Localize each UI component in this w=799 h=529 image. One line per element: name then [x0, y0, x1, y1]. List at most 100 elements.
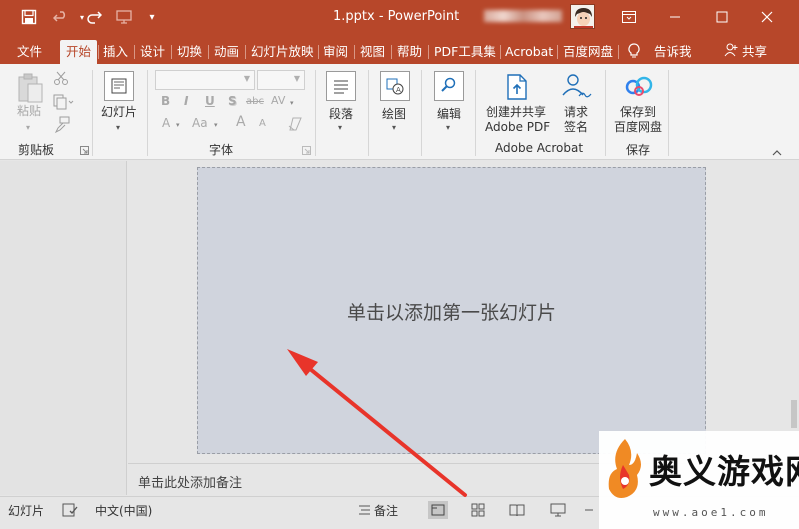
clipboard-dialog-launcher-icon[interactable] [80, 144, 89, 158]
request-signature-label-line1[interactable]: 请求 [564, 105, 588, 120]
save-to-baidu-label-line2[interactable]: 百度网盘 [614, 120, 662, 135]
tab-file[interactable]: 文件 [17, 40, 42, 64]
ribbon-group-separator [315, 70, 316, 156]
drawing-shapes-icon[interactable]: A [380, 71, 410, 101]
notes-toggle-button[interactable]: 备注 [374, 502, 398, 519]
tab-insert[interactable]: 插入 [103, 40, 128, 64]
tab-transitions[interactable]: 切换 [177, 40, 202, 64]
slide-sorter-view-icon[interactable] [469, 501, 487, 519]
request-signature-icon[interactable] [560, 72, 592, 103]
bold-button[interactable]: B [161, 94, 170, 108]
paragraph-icon[interactable] [326, 71, 356, 101]
new-slide-dropdown-icon[interactable]: ▾ [116, 120, 120, 135]
create-share-pdf-icon[interactable] [505, 73, 531, 104]
character-spacing-button[interactable]: AV [271, 94, 285, 107]
ribbon-group-separator [475, 70, 476, 156]
language-indicator[interactable]: 中文(中国) [95, 502, 152, 519]
tab-divider [171, 45, 172, 59]
new-slide-button[interactable]: 幻灯片 [101, 105, 137, 120]
tab-pdf-tools[interactable]: PDF工具集 [434, 40, 496, 64]
paragraph-dropdown-icon[interactable]: ▾ [338, 120, 342, 135]
zoom-out-icon[interactable] [581, 501, 599, 519]
font-size-dropdown[interactable]: ▼ [257, 70, 305, 90]
tab-divider [208, 45, 209, 59]
grow-font-button[interactable]: A [236, 114, 246, 130]
tab-divider [428, 45, 429, 59]
tab-view[interactable]: 视图 [360, 40, 385, 64]
paste-button[interactable]: 粘贴 [17, 104, 41, 119]
svg-text:A: A [396, 86, 401, 94]
slide-show-view-icon[interactable] [549, 501, 567, 519]
change-case-button[interactable]: Aa [192, 116, 208, 130]
change-case-dropdown-icon[interactable]: ▾ [214, 116, 218, 130]
spacing-dropdown-icon[interactable]: ▾ [290, 94, 294, 108]
shrink-font-button[interactable]: A [259, 118, 266, 129]
reading-view-icon[interactable] [508, 501, 526, 519]
undo-icon[interactable] [50, 6, 72, 28]
vertical-scrollbar-thumb[interactable] [791, 400, 797, 428]
format-painter-icon[interactable] [53, 116, 71, 137]
share-button[interactable]: 共享 [742, 40, 767, 64]
tab-divider [134, 45, 135, 59]
slide-thumbnail-pane[interactable] [0, 161, 127, 495]
account-name-blurred[interactable] [484, 10, 562, 22]
strikethrough-button[interactable]: abc [246, 96, 264, 107]
font-color-button[interactable]: A [162, 116, 170, 130]
add-first-slide-placeholder[interactable]: 单击以添加第一张幻灯片 [198, 298, 705, 325]
share-person-icon[interactable] [724, 40, 738, 64]
ribbon-display-options-icon[interactable] [614, 4, 644, 30]
normal-view-icon[interactable] [428, 501, 448, 519]
minimize-icon[interactable] [660, 4, 690, 30]
new-slide-icon[interactable] [104, 71, 134, 101]
tab-acrobat[interactable]: Acrobat [505, 40, 553, 64]
tab-baidu-netdisk[interactable]: 百度网盘 [563, 40, 613, 64]
drawing-dropdown-icon[interactable]: ▾ [392, 120, 396, 135]
font-color-dropdown-icon[interactable]: ▾ [176, 116, 180, 130]
text-shadow-button[interactable]: S [228, 94, 237, 108]
underline-button[interactable]: U [205, 94, 215, 108]
tab-help[interactable]: 帮助 [397, 40, 422, 64]
tab-animations[interactable]: 动画 [214, 40, 239, 64]
clear-formatting-icon[interactable] [287, 117, 303, 134]
paste-dropdown-icon[interactable]: ▾ [26, 120, 30, 135]
collapse-ribbon-icon[interactable] [772, 146, 782, 160]
tab-divider [98, 45, 99, 59]
title-bar: ▾ ▾ 1.pptx - PowerPoint [0, 0, 799, 34]
tab-design[interactable]: 设计 [140, 40, 165, 64]
font-dialog-launcher-icon[interactable] [302, 144, 311, 158]
cut-icon[interactable] [53, 70, 69, 89]
tab-slide-show[interactable]: 幻灯片放映 [251, 40, 314, 64]
watermark: 奥义游戏网 www.aoe1.com [599, 431, 799, 529]
ribbon-tabs: 文件 开始 插入 设计 切换 动画 幻灯片放映 审阅 视图 帮助 PDF工具集 … [0, 34, 799, 64]
notes-placeholder[interactable]: 单击此处添加备注 [138, 472, 242, 491]
font-name-dropdown[interactable]: ▼ [155, 70, 255, 90]
maximize-icon[interactable] [707, 4, 737, 30]
tab-divider [391, 45, 392, 59]
editing-search-icon[interactable] [434, 71, 464, 101]
lightbulb-icon[interactable] [627, 40, 641, 64]
start-from-beginning-icon[interactable] [113, 6, 135, 28]
redo-icon[interactable] [83, 6, 105, 28]
create-share-pdf-label-line1[interactable]: 创建并共享 [486, 105, 546, 120]
request-signature-label-line2[interactable]: 签名 [564, 120, 588, 135]
copy-icon[interactable] [53, 94, 75, 113]
baidu-netdisk-icon[interactable] [624, 74, 654, 101]
notes-toggle-icon[interactable] [356, 501, 374, 519]
italic-button[interactable]: I [184, 94, 188, 108]
tab-home[interactable]: 开始 [60, 40, 98, 64]
chevron-down-icon: ▼ [243, 74, 250, 83]
ribbon: 粘贴 ▾ 剪贴板 幻灯片 ▾ ▼ ▼ B I U S abc AV ▾ A ▾ … [0, 64, 799, 160]
tab-review[interactable]: 审阅 [323, 40, 348, 64]
close-icon[interactable] [752, 4, 782, 30]
save-icon[interactable] [18, 6, 40, 28]
customize-qat-icon[interactable]: ▾ [141, 6, 163, 28]
tell-me-search[interactable]: 告诉我 [654, 40, 692, 64]
save-to-baidu-label-line1[interactable]: 保存到 [620, 105, 656, 120]
avatar[interactable] [570, 4, 595, 29]
spelling-check-icon[interactable] [61, 501, 79, 519]
editing-dropdown-icon[interactable]: ▾ [446, 120, 450, 135]
create-share-pdf-label-line2[interactable]: Adobe PDF [485, 120, 550, 135]
tab-divider [500, 45, 501, 59]
group-label-clipboard: 剪贴板 [18, 143, 55, 157]
slide-canvas[interactable]: 单击以添加第一张幻灯片 [197, 167, 706, 454]
